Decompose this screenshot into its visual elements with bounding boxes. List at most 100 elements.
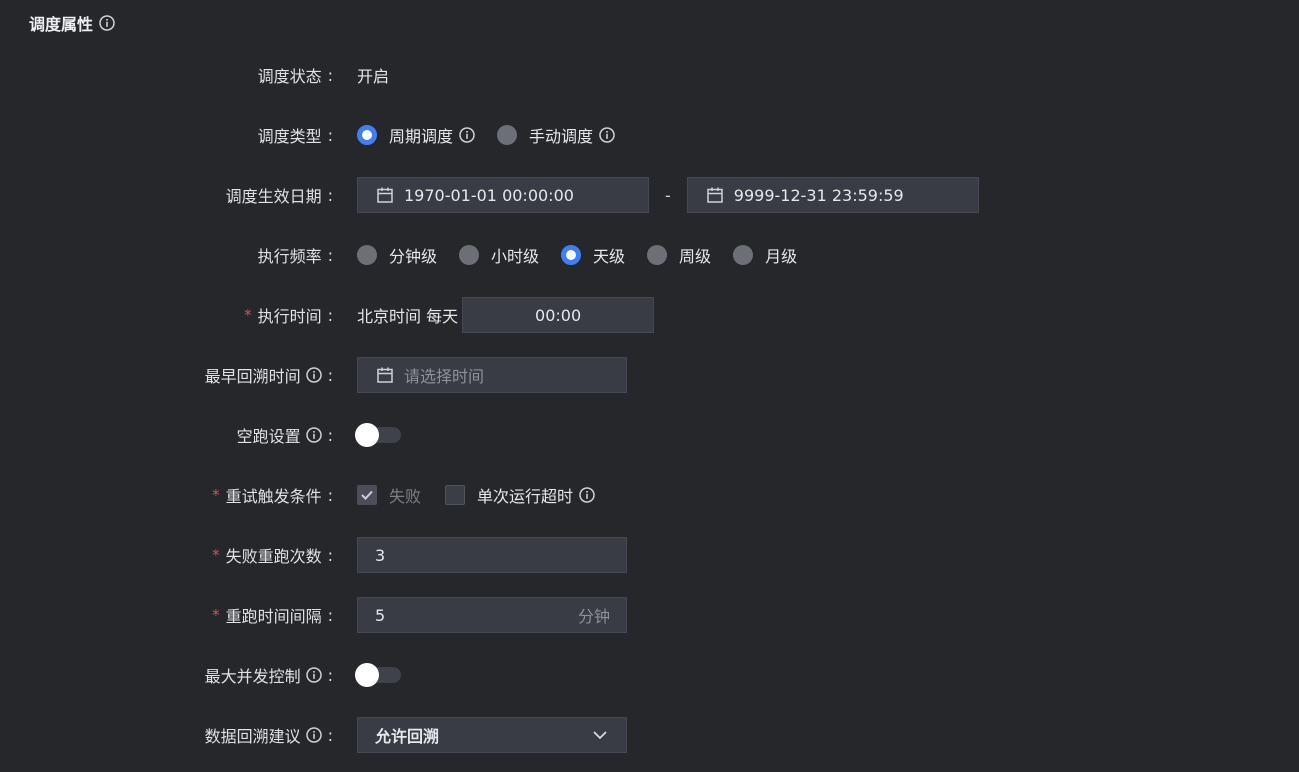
- earliest-backfill-placeholder: 请选择时间: [404, 367, 485, 386]
- backfill-suggestion-label: 数据回溯建议 :: [205, 723, 333, 747]
- radio-unselected-icon: [497, 125, 518, 145]
- end-date-picker[interactable]: 9999-12-31 23:59:59: [686, 177, 979, 213]
- row-earliest-backfill: 最早回溯时间 : 请选择时间: [0, 357, 1299, 393]
- info-icon[interactable]: [579, 487, 595, 503]
- exec-time-label: * 执行时间:: [244, 303, 333, 327]
- earliest-backfill-picker[interactable]: 请选择时间: [357, 357, 627, 393]
- calendar-icon: [707, 187, 723, 203]
- required-mark: *: [212, 546, 220, 564]
- row-schedule-status: 调度状态: 开启: [0, 57, 1299, 93]
- required-mark: *: [212, 606, 220, 624]
- schedule-status-label: 调度状态:: [258, 63, 333, 87]
- max-concurrency-toggle[interactable]: [355, 663, 401, 687]
- radio-periodic[interactable]: 周期调度: [357, 123, 475, 147]
- row-frequency: 执行频率: 分钟级 小时级 天级 周级 月级: [0, 237, 1299, 273]
- label-text: 数据回溯建议: [204, 727, 301, 746]
- label-text: 失败重跑次数: [225, 547, 322, 566]
- label-text: 调度生效日期: [225, 187, 322, 206]
- section-title: 调度属性: [29, 11, 115, 35]
- row-exec-time: * 执行时间: 北京时间 每天 00:00: [0, 297, 1299, 333]
- retry-count-label: * 失败重跑次数:: [212, 543, 333, 567]
- chevron-down-icon: [593, 731, 607, 740]
- exec-time-prefix: 北京时间 每天: [357, 307, 459, 326]
- label-text: 重跑时间间隔: [225, 607, 322, 626]
- radio-selected-icon: [561, 245, 582, 265]
- info-icon[interactable]: [305, 727, 322, 743]
- info-icon[interactable]: [99, 15, 115, 31]
- row-effective-date: 调度生效日期: 1970-01-01 00:00:00 - 9999-12-31…: [0, 177, 1299, 213]
- label-text: 空跑设置: [236, 427, 301, 446]
- select-value: 允许回溯: [375, 727, 440, 746]
- radio-label: 周级: [679, 247, 712, 266]
- row-max-concurrency: 最大并发控制 :: [0, 657, 1299, 693]
- radio-manual[interactable]: 手动调度: [497, 123, 615, 147]
- retry-interval-label: * 重跑时间间隔:: [212, 603, 333, 627]
- row-schedule-type: 调度类型: 周期调度 手动调度: [0, 117, 1299, 153]
- checkbox-label: 失败: [389, 487, 422, 506]
- info-icon[interactable]: [305, 367, 322, 383]
- info-icon[interactable]: [305, 667, 322, 683]
- colon: :: [327, 725, 333, 745]
- info-icon[interactable]: [599, 127, 615, 143]
- radio-week[interactable]: 周级: [647, 243, 711, 267]
- effective-date-label: 调度生效日期:: [226, 183, 333, 207]
- toggle-knob: [355, 663, 379, 687]
- calendar-icon: [377, 187, 393, 203]
- checkbox-timeout[interactable]: 单次运行超时: [445, 483, 595, 507]
- colon: :: [327, 245, 333, 265]
- check-icon: [361, 490, 373, 500]
- info-icon[interactable]: [459, 127, 475, 143]
- colon: :: [327, 665, 333, 685]
- label-text: 重试触发条件: [225, 487, 322, 506]
- exec-time-input[interactable]: 00:00: [462, 297, 655, 333]
- radio-label: 周期调度: [389, 127, 454, 146]
- retry-count-input[interactable]: 3: [357, 537, 627, 573]
- start-date-picker[interactable]: 1970-01-01 00:00:00: [357, 177, 649, 213]
- label-text: 执行时间: [257, 307, 322, 326]
- max-concurrency-label: 最大并发控制 :: [205, 663, 333, 687]
- checkbox-failure[interactable]: 失败: [357, 483, 421, 507]
- radio-label: 手动调度: [529, 127, 594, 146]
- section-title-text: 调度属性: [29, 15, 94, 34]
- checkbox-checked-icon: [357, 485, 377, 505]
- backfill-suggestion-select[interactable]: 允许回溯: [357, 717, 627, 753]
- end-date-value: 9999-12-31 23:59:59: [733, 185, 904, 205]
- colon: :: [327, 605, 333, 625]
- radio-label: 月级: [765, 247, 798, 266]
- retry-interval-unit: 分钟: [577, 607, 610, 626]
- row-retry-condition: * 重试触发条件: 失败 单次运行超时: [0, 477, 1299, 513]
- label-text: 最早回溯时间: [204, 367, 301, 386]
- date-separator: -: [665, 185, 671, 205]
- label-text: 调度类型: [257, 127, 322, 146]
- row-retry-interval: * 重跑时间间隔: 5 分钟: [0, 597, 1299, 633]
- row-retry-count: * 失败重跑次数: 3: [0, 537, 1299, 573]
- dry-run-toggle[interactable]: [355, 423, 401, 447]
- radio-unselected-icon: [647, 245, 668, 265]
- radio-hour[interactable]: 小时级: [459, 243, 539, 267]
- colon: :: [327, 305, 333, 325]
- frequency-label: 执行频率:: [258, 243, 333, 267]
- colon: :: [327, 365, 333, 385]
- dry-run-label: 空跑设置 :: [237, 423, 333, 447]
- exec-time-value: 00:00: [535, 305, 582, 325]
- schedule-type-label: 调度类型:: [258, 123, 333, 147]
- radio-month[interactable]: 月级: [733, 243, 797, 267]
- colon: :: [327, 65, 333, 85]
- retry-condition-label: * 重试触发条件:: [212, 483, 333, 507]
- calendar-icon: [377, 367, 393, 383]
- radio-selected-icon: [357, 125, 377, 145]
- label-text: 执行频率: [257, 247, 322, 266]
- radio-day[interactable]: 天级: [561, 243, 625, 267]
- radio-unselected-icon: [357, 245, 377, 265]
- retry-count-value: 3: [375, 545, 386, 565]
- required-mark: *: [244, 306, 252, 324]
- colon: :: [327, 545, 333, 565]
- checkbox-unchecked-icon: [445, 485, 466, 505]
- radio-minute[interactable]: 分钟级: [357, 243, 437, 267]
- earliest-backfill-label: 最早回溯时间 :: [205, 363, 333, 387]
- required-mark: *: [212, 486, 220, 504]
- start-date-value: 1970-01-01 00:00:00: [404, 185, 574, 205]
- retry-interval-input[interactable]: 5 分钟: [357, 597, 627, 633]
- info-icon[interactable]: [305, 427, 322, 443]
- label-text: 最大并发控制: [204, 667, 301, 686]
